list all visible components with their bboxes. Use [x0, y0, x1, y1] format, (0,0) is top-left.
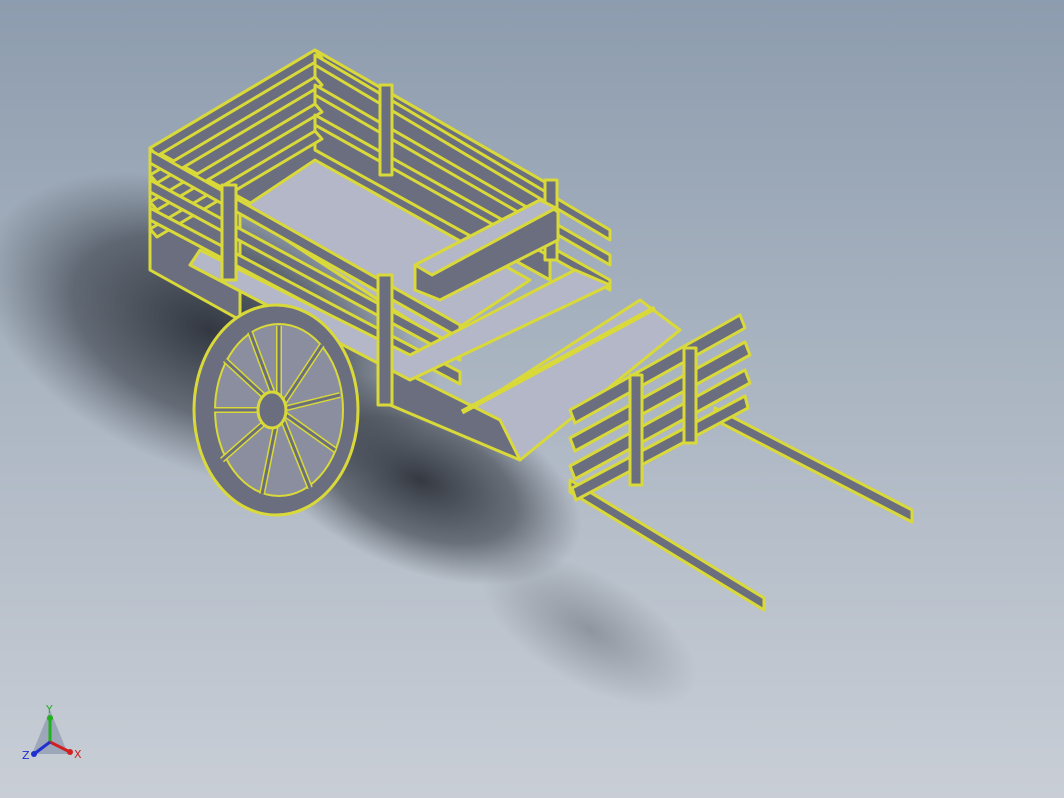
- upright-2: [376, 273, 394, 407]
- axis-triad[interactable]: Y X Z: [14, 700, 94, 780]
- y-axis-label: Y: [45, 703, 53, 716]
- upright-3: [378, 83, 394, 177]
- x-axis-label: X: [74, 748, 82, 761]
- upright-1: [220, 183, 238, 282]
- cart-model-view[interactable]: [0, 0, 1064, 798]
- graphics-viewport[interactable]: Y X Z: [0, 0, 1064, 798]
- z-axis-label: Z: [22, 749, 30, 762]
- wheel: [192, 303, 360, 517]
- z-axis-tip: [31, 751, 37, 757]
- x-axis-tip: [67, 749, 73, 755]
- right-shaft: [713, 406, 914, 524]
